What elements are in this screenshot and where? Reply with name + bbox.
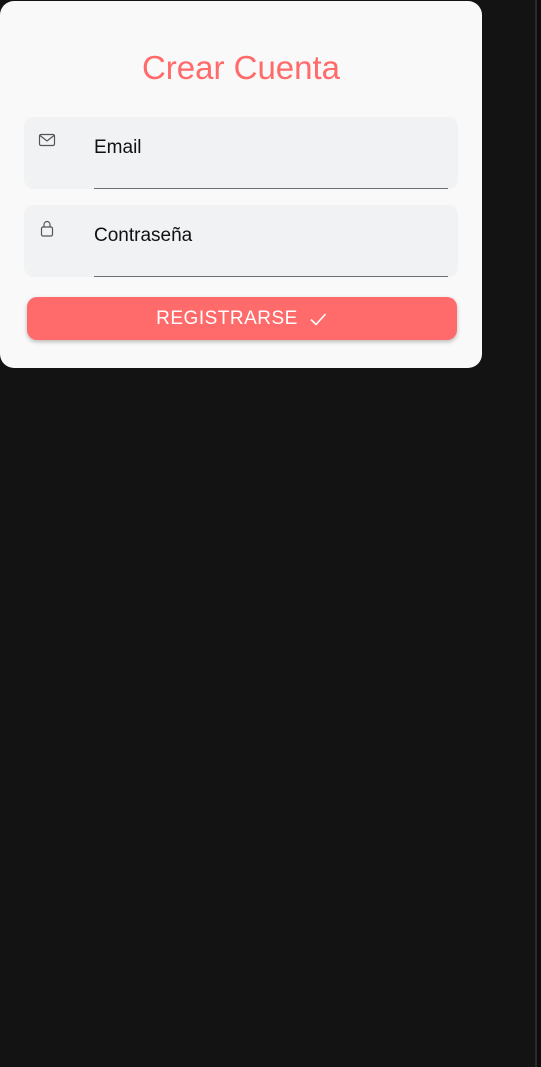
envelope-icon xyxy=(38,131,56,149)
email-field[interactable]: Email xyxy=(24,117,458,189)
register-card: Crear Cuenta Email Contraseña REGISTRARS… xyxy=(0,1,482,368)
email-label: Email xyxy=(94,137,142,158)
register-button[interactable]: REGISTRARSE xyxy=(27,297,457,340)
checkmark-icon xyxy=(308,309,328,329)
register-button-label: REGISTRARSE xyxy=(156,307,298,329)
password-underline xyxy=(94,276,448,277)
page-title: Crear Cuenta xyxy=(141,49,341,86)
lock-icon xyxy=(38,219,56,237)
password-label: Contraseña xyxy=(94,225,193,246)
email-underline xyxy=(94,188,448,189)
window-edge-shadow xyxy=(537,0,541,1067)
password-field[interactable]: Contraseña xyxy=(24,205,458,277)
